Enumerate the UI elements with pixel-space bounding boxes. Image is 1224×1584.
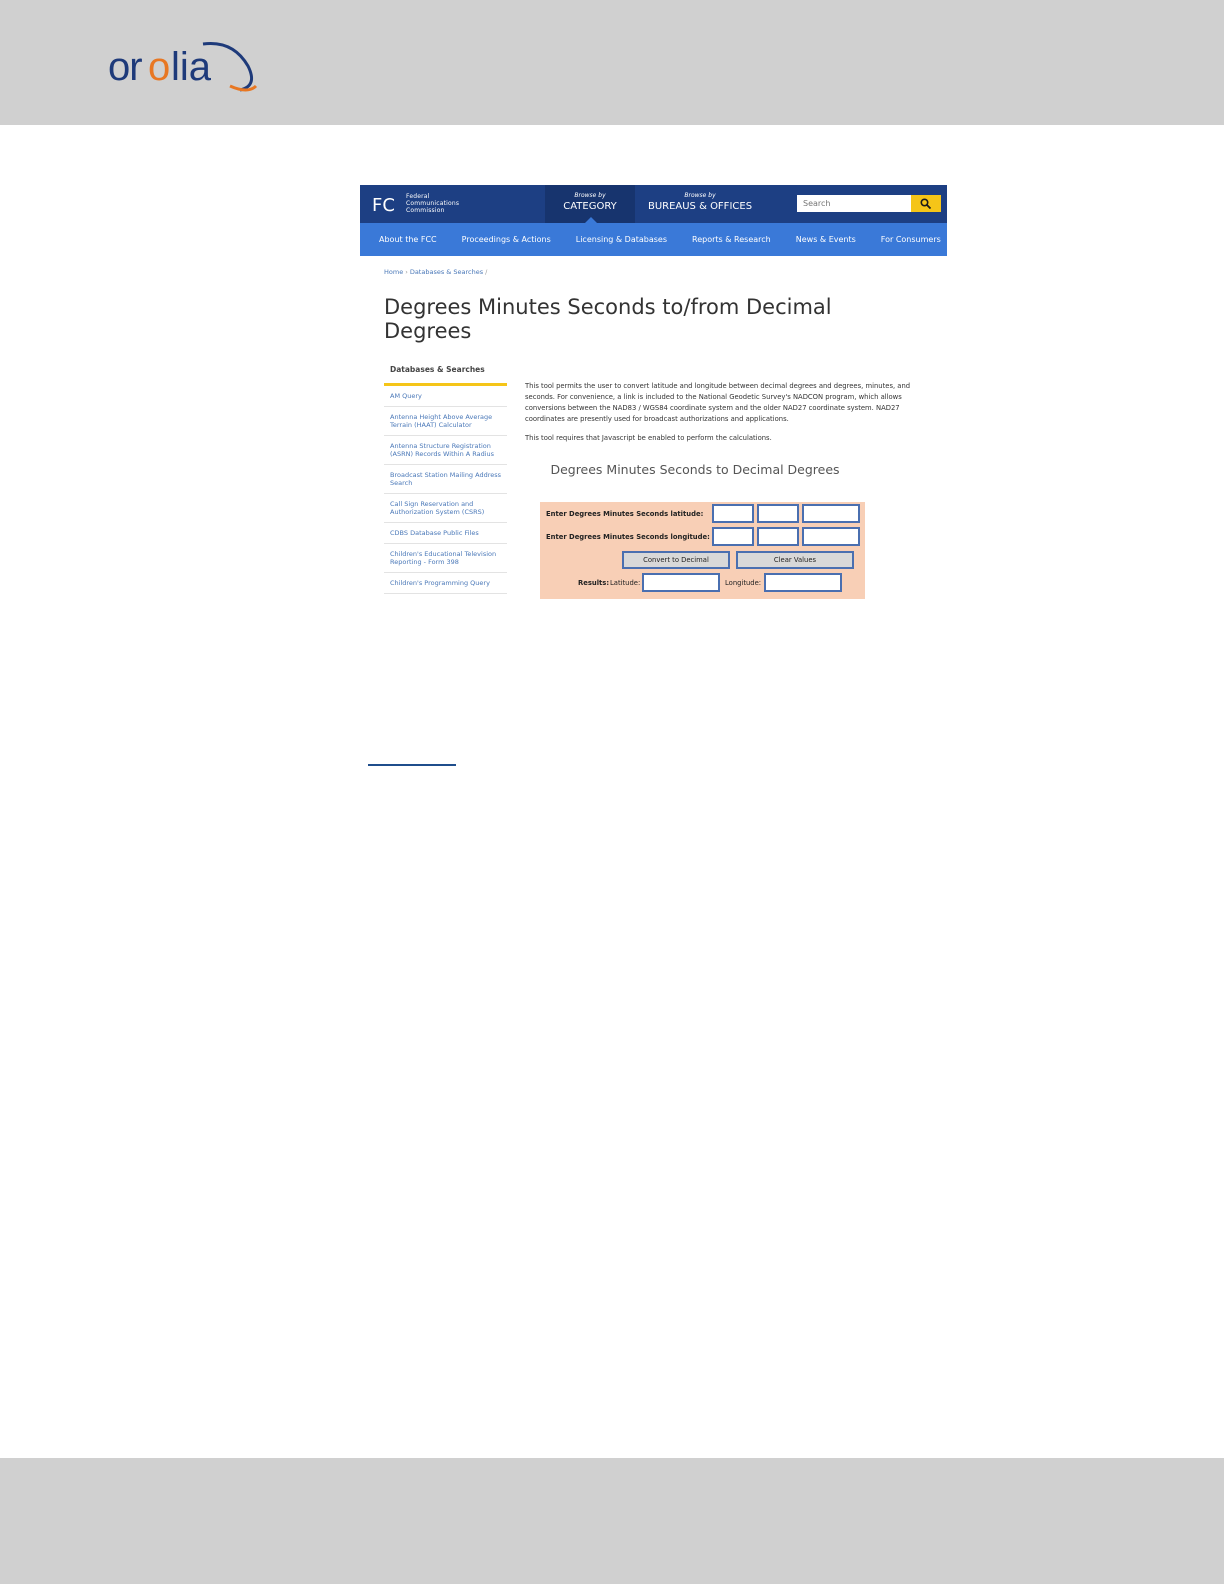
fcc-top-bar: FC Federal Communications Commission Bro… [360,185,947,223]
nav-reports[interactable]: Reports & Research [692,235,771,244]
fcc-logo-icon: FC [372,195,395,215]
breadcrumb: Home › Databases & Searches / [384,268,488,276]
sidebar-item-childrens-programming[interactable]: Children's Programming Query [384,573,507,594]
convert-to-decimal-button[interactable]: Convert to Decimal [622,551,730,569]
browse-bureaus-tab[interactable]: Browse by BUREAUS & OFFICES [635,185,765,223]
javascript-note: This tool requires that Javascript be en… [525,434,772,442]
results-label: Results: [578,579,610,587]
footnote-divider [368,764,456,766]
latitude-label: Enter Degrees Minutes Seconds latitude: [546,510,704,518]
sidebar-item-mailing[interactable]: Broadcast Station Mailing Address Search [384,465,507,494]
orolia-logo: or o lia [108,41,258,92]
fcc-screenshot: FC Federal Communications Commission Bro… [360,185,947,599]
result-longitude-label: Longitude: [725,579,762,587]
sidebar-item-cdbs[interactable]: CDBS Database Public Files [384,523,507,544]
nav-proceedings[interactable]: Proceedings & Actions [462,235,551,244]
result-latitude-label: Latitude: [610,579,641,587]
search-button[interactable] [911,195,941,212]
clear-values-button[interactable]: Clear Values [736,551,854,569]
nav-consumers[interactable]: For Consumers [881,235,941,244]
sidebar: Databases & Searches AM Query Antenna He… [384,361,507,594]
dms-calculator: Enter Degrees Minutes Seconds latitude: … [540,502,865,599]
result-latitude-field[interactable] [642,573,720,592]
sidebar-item-haat[interactable]: Antenna Height Above Average Terrain (HA… [384,407,507,436]
sidebar-item-am-query[interactable]: AM Query [384,386,507,407]
nav-news[interactable]: News & Events [796,235,856,244]
tool-title: Degrees Minutes Seconds to Decimal Degre… [550,462,840,477]
lat-minutes-input[interactable] [757,504,799,523]
browse-category-tab[interactable]: Browse by CATEGORY [545,185,635,223]
sidebar-item-asrn[interactable]: Antenna Structure Registration (ASRN) Re… [384,436,507,465]
document-page: or o lia FC Federal Communications Commi… [0,0,1224,1584]
document-footer [0,1458,1224,1584]
result-longitude-field[interactable] [764,573,842,592]
lon-seconds-input[interactable] [802,527,860,546]
sidebar-item-csrs[interactable]: Call Sign Reservation and Authorization … [384,494,507,523]
nav-licensing[interactable]: Licensing & Databases [576,235,667,244]
breadcrumb-databases[interactable]: Databases & Searches [410,268,483,276]
longitude-label: Enter Degrees Minutes Seconds longitude: [546,533,710,541]
lat-degrees-input[interactable] [712,504,754,523]
breadcrumb-home[interactable]: Home [384,268,403,276]
lon-minutes-input[interactable] [757,527,799,546]
lat-seconds-input[interactable] [802,504,860,523]
sidebar-item-form398[interactable]: Children's Educational Television Report… [384,544,507,573]
page-title: Degrees Minutes Seconds to/from Decimal … [384,295,832,343]
lon-degrees-input[interactable] [712,527,754,546]
svg-text:FC: FC [372,195,395,215]
svg-text:lia: lia [171,45,212,89]
intro-paragraph: This tool permits the user to convert la… [525,382,911,423]
svg-text:o: o [148,45,170,89]
search-input[interactable] [797,195,911,212]
svg-text:or: or [108,45,142,89]
main-nav: About the FCC Proceedings & Actions Lice… [360,223,947,256]
agency-name: Federal Communications Commission [406,193,460,214]
nav-about[interactable]: About the FCC [379,235,437,244]
search-icon [920,198,931,209]
document-header: or o lia [0,0,1224,125]
sidebar-heading: Databases & Searches [384,361,507,386]
